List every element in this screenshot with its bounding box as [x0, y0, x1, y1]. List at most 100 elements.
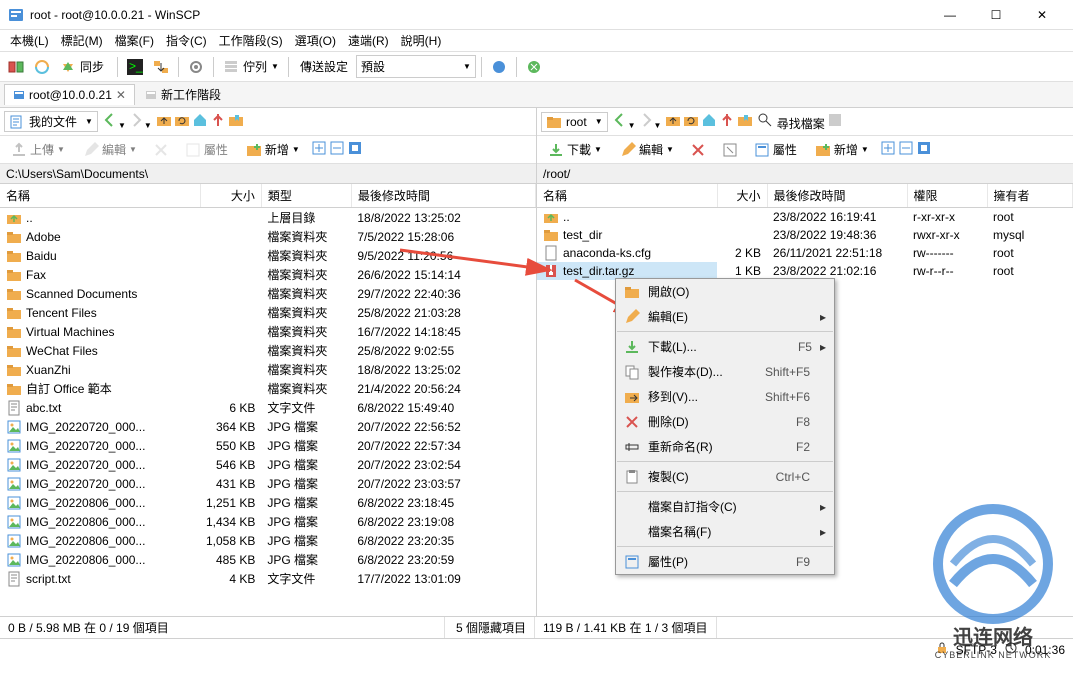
column-header[interactable]: 擁有者 — [987, 184, 1073, 208]
table-row[interactable]: IMG_20220806_000...1,058 KBJPG 檔案6/8/202… — [0, 531, 536, 550]
select-none-icon[interactable] — [329, 140, 345, 159]
remote-forward-icon[interactable]: ▼ — [638, 112, 662, 131]
local-path-bar[interactable]: C:\Users\Sam\Documents\ — [0, 164, 536, 184]
download-button[interactable]: 下載▼ — [541, 138, 609, 161]
table-row[interactable]: IMG_20220806_000...485 KBJPG 檔案6/8/2022 … — [0, 550, 536, 569]
table-row[interactable]: IMG_20220720_000...546 KBJPG 檔案20/7/2022… — [0, 455, 536, 474]
remote-root-icon[interactable] — [719, 112, 735, 131]
column-header[interactable]: 大小 — [717, 184, 767, 208]
remote-parent-icon[interactable] — [665, 112, 681, 131]
remote-extra-icon[interactable] — [827, 112, 843, 131]
new-session-button[interactable]: 新工作階段 — [137, 83, 229, 106]
bookmark-icon[interactable] — [228, 112, 244, 131]
menu-item[interactable]: 指令(C) — [160, 30, 213, 51]
table-row[interactable]: Baidu檔案資料夾9/5/2022 11:20:56 — [0, 246, 536, 265]
table-row[interactable]: ..23/8/2022 16:19:41r-xr-xr-xroot — [537, 208, 1073, 227]
table-row[interactable]: anaconda-ks.cfg2 KB26/11/2021 22:51:18rw… — [537, 244, 1073, 262]
table-row[interactable]: Scanned Documents檔案資料夾29/7/2022 22:40:36 — [0, 284, 536, 303]
home-icon[interactable] — [192, 112, 208, 131]
menu-item[interactable]: 選項(O) — [289, 30, 342, 51]
close-button[interactable]: ✕ — [1019, 0, 1065, 30]
menu-item[interactable]: 檔案(F) — [109, 30, 160, 51]
back-icon[interactable]: ▼ — [102, 112, 126, 131]
refresh-icon[interactable] — [174, 112, 190, 131]
column-header[interactable]: 大小 — [200, 184, 261, 208]
context-menu-item[interactable]: 下載(L)...F5▸ — [616, 334, 834, 359]
remote-delete-icon[interactable] — [683, 139, 713, 161]
context-menu-item[interactable]: 開啟(O) — [616, 279, 834, 304]
table-row[interactable]: abc.txt6 KB文字文件6/8/2022 15:49:40 — [0, 398, 536, 417]
remote-path-bar[interactable]: /root/ — [537, 164, 1073, 184]
column-header[interactable]: 類型 — [261, 184, 351, 208]
transfer-preset-dropdown[interactable]: 預設 ▼ — [356, 55, 476, 78]
new-button[interactable]: 新增▼ — [239, 138, 307, 161]
table-row[interactable]: IMG_20220806_000...1,434 KBJPG 檔案6/8/202… — [0, 512, 536, 531]
queue-dropdown[interactable]: 佇列 ▼ — [219, 56, 283, 77]
table-row[interactable]: test_dir23/8/2022 19:48:36rwxr-xr-xmysql — [537, 226, 1073, 244]
sync-dirs-icon[interactable] — [149, 55, 173, 79]
remote-misc-icon[interactable] — [715, 139, 745, 161]
table-row[interactable]: Adobe檔案資料夾7/5/2022 15:28:06 — [0, 227, 536, 246]
root-icon[interactable] — [210, 112, 226, 131]
context-menu-item[interactable]: 複製(C)Ctrl+C — [616, 464, 834, 489]
remote-edit-button[interactable]: 編輯▼ — [613, 138, 681, 161]
edit-button[interactable]: 編輯▼ — [76, 138, 144, 161]
table-row[interactable]: IMG_20220720_000...550 KBJPG 檔案20/7/2022… — [0, 436, 536, 455]
table-row[interactable]: WeChat Files檔案資料夾25/8/2022 9:02:55 — [0, 341, 536, 360]
menu-item[interactable]: 工作階段(S) — [213, 30, 289, 51]
context-menu-item[interactable]: 檔案自訂指令(C)▸ — [616, 494, 834, 519]
remote-location-dropdown[interactable]: root ▼ — [541, 112, 608, 132]
close-tab-icon[interactable]: ✕ — [116, 88, 126, 102]
context-menu-item[interactable]: 重新命名(R)F2 — [616, 434, 834, 459]
table-row[interactable]: Virtual Machines檔案資料夾16/7/2022 14:18:45 — [0, 322, 536, 341]
context-menu-item[interactable]: 移到(V)...Shift+F6 — [616, 384, 834, 409]
properties-button[interactable]: 屬性 — [178, 138, 235, 161]
menu-item[interactable]: 遠端(R) — [342, 30, 395, 51]
toolbar-icon-2[interactable] — [522, 55, 546, 79]
column-header[interactable]: 最後修改時間 — [767, 184, 907, 208]
delete-icon[interactable] — [146, 139, 176, 161]
invert-select-icon[interactable] — [347, 140, 363, 159]
table-row[interactable]: script.txt4 KB文字文件17/7/2022 13:01:09 — [0, 569, 536, 588]
local-file-list[interactable]: 名稱大小類型最後修改時間 ..上層目錄18/8/2022 13:25:02Ado… — [0, 184, 536, 616]
column-header[interactable]: 最後修改時間 — [351, 184, 535, 208]
remote-back-icon[interactable]: ▼ — [612, 112, 636, 131]
forward-icon[interactable]: ▼ — [128, 112, 152, 131]
menu-item[interactable]: 說明(H) — [395, 30, 448, 51]
column-header[interactable]: 名稱 — [537, 184, 717, 208]
toolbar-icon-1[interactable] — [487, 55, 511, 79]
table-row[interactable]: 自訂 Office 範本檔案資料夾21/4/2022 20:56:24 — [0, 379, 536, 398]
table-row[interactable]: Fax檔案資料夾26/6/2022 15:14:14 — [0, 265, 536, 284]
remote-refresh-icon[interactable] — [683, 112, 699, 131]
context-menu-item[interactable]: 檔案名稱(F)▸ — [616, 519, 834, 544]
remote-select-none-icon[interactable] — [898, 140, 914, 159]
menu-item[interactable]: 本機(L) — [4, 30, 55, 51]
table-row[interactable]: XuanZhi檔案資料夾18/8/2022 13:25:02 — [0, 360, 536, 379]
remote-properties-button[interactable]: 屬性 — [747, 138, 804, 161]
table-row[interactable]: IMG_20220720_000...431 KBJPG 檔案20/7/2022… — [0, 474, 536, 493]
context-menu-item[interactable]: 屬性(P)F9 — [616, 549, 834, 574]
select-all-icon[interactable] — [311, 140, 327, 159]
column-header[interactable]: 名稱 — [0, 184, 200, 208]
upload-button[interactable]: 上傳▼ — [4, 138, 72, 161]
remote-home-icon[interactable] — [701, 112, 717, 131]
settings-icon[interactable] — [184, 55, 208, 79]
remote-bookmark-icon[interactable] — [737, 112, 753, 131]
find-files-button[interactable]: 尋找檔案 — [757, 112, 824, 132]
table-row[interactable]: Tencent Files檔案資料夾25/8/2022 21:03:28 — [0, 303, 536, 322]
remote-select-all-icon[interactable] — [880, 140, 896, 159]
context-menu-item[interactable]: 製作複本(D)...Shift+F5 — [616, 359, 834, 384]
compare-dirs-icon[interactable] — [4, 55, 28, 79]
table-row[interactable]: IMG_20220806_000...1,251 KBJPG 檔案6/8/202… — [0, 493, 536, 512]
table-row[interactable]: ..上層目錄18/8/2022 13:25:02 — [0, 208, 536, 228]
parent-dir-icon[interactable] — [156, 112, 172, 131]
sync-dropdown[interactable]: 同步 — [56, 56, 112, 77]
remote-new-button[interactable]: 新增▼ — [808, 138, 876, 161]
sync-browse-icon[interactable] — [30, 55, 54, 79]
minimize-button[interactable]: — — [927, 0, 973, 30]
console-icon[interactable]: >_ — [123, 55, 147, 79]
table-row[interactable]: IMG_20220720_000...364 KBJPG 檔案20/7/2022… — [0, 417, 536, 436]
maximize-button[interactable]: ☐ — [973, 0, 1019, 30]
context-menu[interactable]: 開啟(O)編輯(E)▸下載(L)...F5▸製作複本(D)...Shift+F5… — [615, 278, 835, 575]
remote-invert-icon[interactable] — [916, 140, 932, 159]
